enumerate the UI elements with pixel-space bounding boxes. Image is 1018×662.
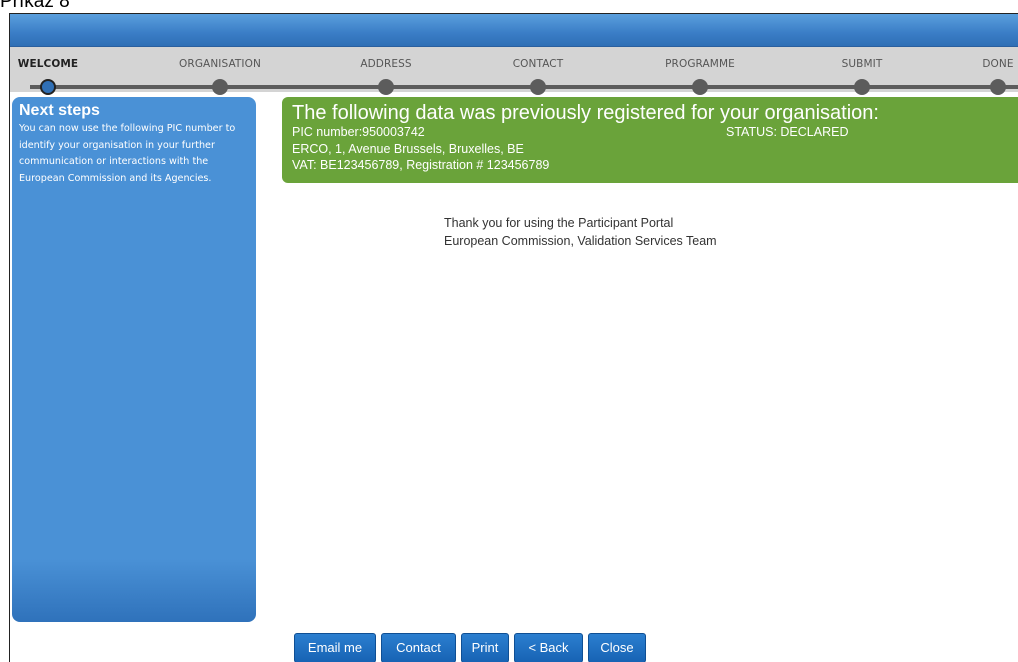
next-steps-text: You can now use the following PIC number… [19, 123, 236, 184]
step-dot-icon [990, 79, 1006, 95]
print-button[interactable]: Print [461, 633, 509, 662]
header-bar [10, 14, 1018, 47]
organisation-data-title: The following data was previously regist… [292, 102, 879, 124]
caption-text: Příkaz 8 [0, 0, 70, 12]
step-dot-icon [854, 79, 870, 95]
close-button[interactable]: Close [588, 633, 646, 662]
step-dot-icon [378, 79, 394, 95]
organisation-data-box: The following data was previously regist… [282, 97, 1018, 183]
vat-registration: VAT: BE123456789, Registration # 1234567… [292, 158, 550, 172]
next-steps-panel: Next steps You can now use the following… [12, 97, 256, 622]
screenshot: Příkaz 8 WELCOME ORGANISATION ADDRESS CO… [0, 0, 1018, 662]
step-label: DONE [982, 58, 1014, 70]
pic-number: PIC number:950003742 [292, 125, 425, 139]
step-label: CONTACT [512, 58, 564, 70]
thank-you-message: Thank you for using the Participant Port… [444, 214, 717, 250]
organisation-address: ERCO, 1, Avenue Brussels, Bruxelles, BE [292, 141, 524, 156]
back-button[interactable]: < Back [514, 633, 583, 662]
wizard-steps: WELCOME ORGANISATION ADDRESS CONTACT PRO… [10, 47, 1018, 95]
status-badge: STATUS: DECLARED [726, 125, 849, 139]
step-label: ORGANISATION [179, 58, 261, 70]
step-label: ADDRESS [360, 58, 412, 70]
step-label: PROGRAMME [665, 58, 735, 70]
next-steps-title: Next steps [19, 102, 100, 119]
portal-window: WELCOME ORGANISATION ADDRESS CONTACT PRO… [9, 13, 1018, 662]
contact-button[interactable]: Contact [381, 633, 456, 662]
email-me-button[interactable]: Email me [294, 633, 376, 662]
step-current-dot-icon [40, 79, 56, 95]
step-label: WELCOME [17, 58, 79, 70]
step-dot-icon [530, 79, 546, 95]
team-signature: European Commission, Validation Services… [444, 234, 717, 248]
thank-you-line: Thank you for using the Participant Port… [444, 216, 674, 230]
step-dot-icon [692, 79, 708, 95]
step-dot-icon [212, 79, 228, 95]
step-label: SUBMIT [841, 58, 883, 70]
